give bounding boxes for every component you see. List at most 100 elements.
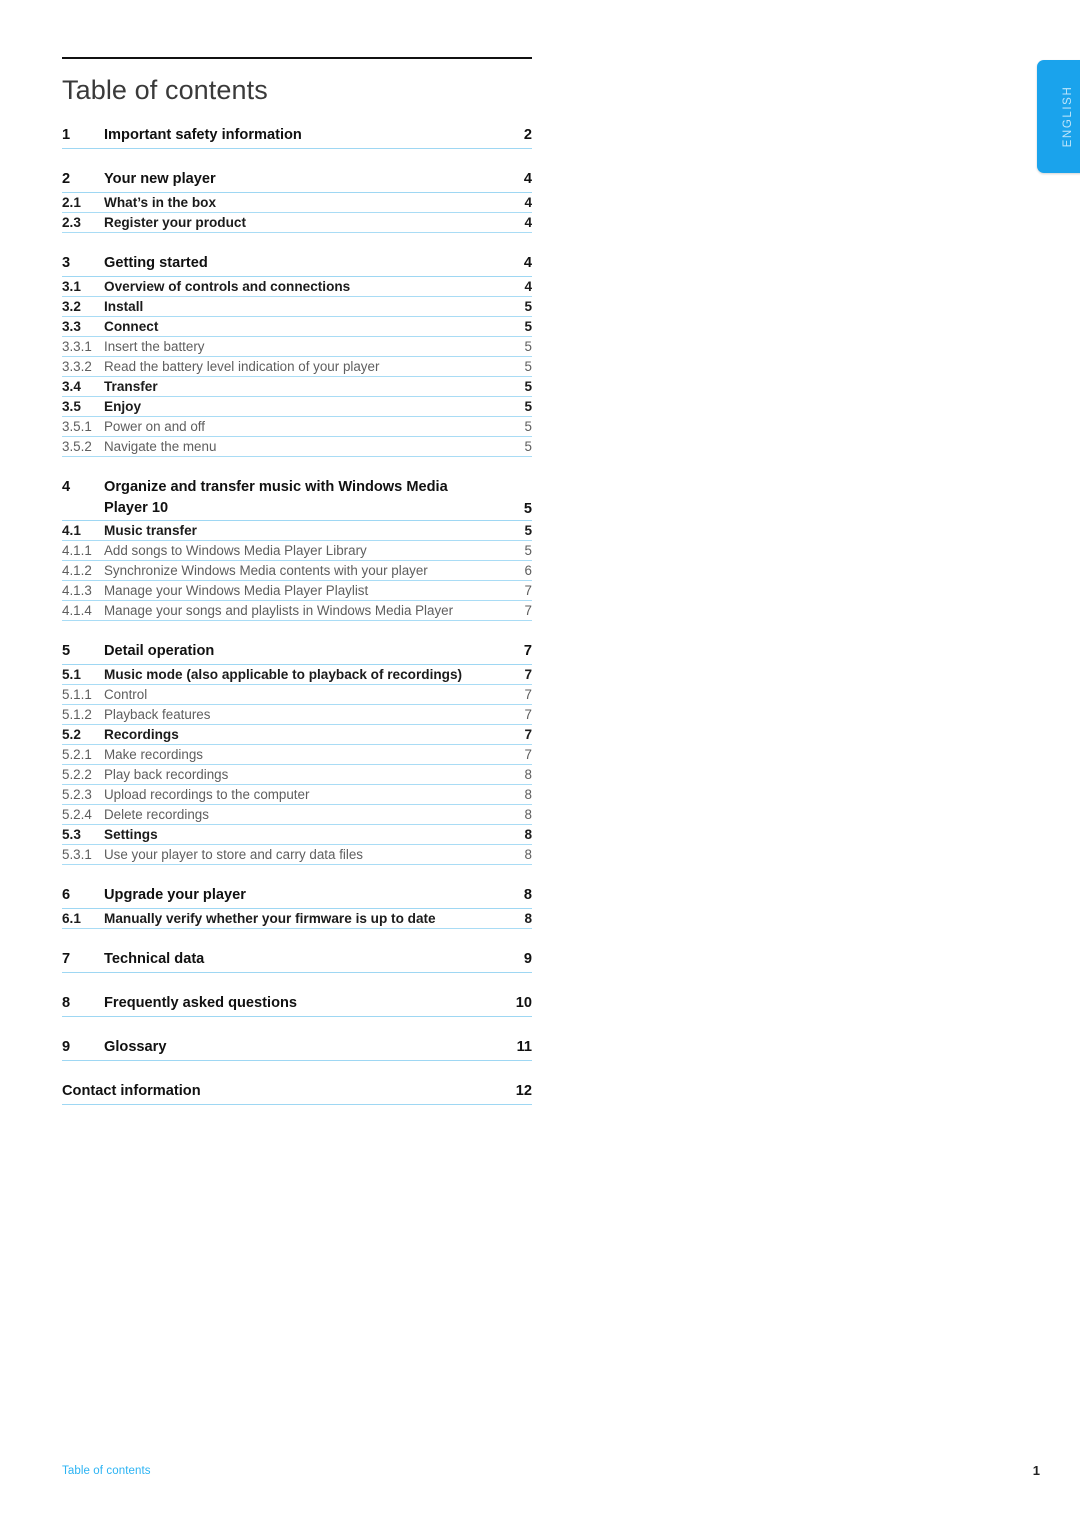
toc-entry[interactable]: 3.3 Connect 5 <box>62 317 532 337</box>
toc-entry[interactable]: 3.2 Install 5 <box>62 297 532 317</box>
toc-entry-number: 5.1 <box>62 667 81 682</box>
toc-entry-page-number: 8 <box>524 807 532 822</box>
toc-entry-page-number: 7 <box>524 667 532 682</box>
toc-entry-page-number: 6 <box>524 563 532 578</box>
toc-entry-number: 5 <box>62 643 71 659</box>
toc-entry-page-number: 7 <box>524 747 532 762</box>
toc-entry[interactable]: 5.2.4 Delete recordings 8 <box>62 805 532 825</box>
toc-entry-number: 3.3.2 <box>62 359 92 374</box>
toc-entry[interactable]: 1 Important safety information 2 <box>62 123 532 149</box>
toc-entry-page-number: 8 <box>524 787 532 802</box>
toc-entry-title: Important safety information <box>104 127 302 143</box>
toc-entry-page-number: 8 <box>524 827 532 842</box>
toc-entry[interactable]: 5.2.3 Upload recordings to the computer 8 <box>62 785 532 805</box>
toc-entry-page-number: 9 <box>523 951 532 967</box>
footer-section-label: Table of contents <box>62 1465 151 1477</box>
toc-entry-number: 3.4 <box>62 379 81 394</box>
toc-entry-number: 2.3 <box>62 215 81 230</box>
toc-entry[interactable]: 3.5 Enjoy 5 <box>62 397 532 417</box>
toc-entry-title: Install <box>104 299 144 314</box>
toc-entry-number: 3.5.1 <box>62 419 92 434</box>
toc-entry-page-number: 5 <box>524 399 532 414</box>
toc-entry-title: Power on and off <box>104 419 205 434</box>
toc-entry-title: Insert the battery <box>104 339 205 354</box>
toc-entry-title: What’s in the box <box>104 195 217 210</box>
toc-entry-title: Playback features <box>104 707 211 722</box>
toc-entry[interactable]: 4.1.2 Synchronize Windows Media contents … <box>62 561 532 581</box>
toc-entry-title: Synchronize Windows Media contents with … <box>104 563 428 578</box>
toc-entry-number: 3.2 <box>62 299 81 314</box>
toc-entry[interactable]: Contact information 12 <box>62 1079 532 1105</box>
page-title: Table of contents <box>62 75 268 105</box>
toc-entry[interactable]: 4.1 Music transfer 5 <box>62 521 532 541</box>
toc-entry[interactable]: 5.3.1 Use your player to store and carry … <box>62 845 532 865</box>
toc-entry-page-number: 5 <box>524 439 532 454</box>
toc-entry[interactable]: 3.1 Overview of controls and connections 4 <box>62 277 532 297</box>
toc-entry[interactable]: 5 Detail operation 7 <box>62 639 532 665</box>
toc-entry[interactable]: 3 Getting started 4 <box>62 251 532 277</box>
toc-entry[interactable]: 4.1.3 Manage your Windows Media Player Pl… <box>62 581 532 601</box>
toc-entry-page-number: 7 <box>524 583 532 598</box>
toc-entry-page-number: 7 <box>523 643 532 659</box>
toc-entry-page-number: 5 <box>524 523 532 538</box>
toc-entry[interactable]: 4 Organize and transfer music with Window… <box>62 475 532 521</box>
toc-entry-page-number: 4 <box>524 215 532 230</box>
toc-entry[interactable]: 9 Glossary 11 <box>62 1035 532 1061</box>
toc-entry[interactable]: 5.1 Music mode (also applicable to playba… <box>62 665 532 685</box>
toc-entry-number: 3 <box>62 255 71 271</box>
toc-entry[interactable]: 3.3.1 Insert the battery 5 <box>62 337 532 357</box>
toc-entry-title: Read the battery level indication of you… <box>104 359 380 374</box>
toc-entry[interactable]: 3.5.2 Navigate the menu 5 <box>62 437 532 457</box>
toc-entry-page-number: 5 <box>524 543 532 558</box>
toc-entry[interactable]: 5.1.1 Control 7 <box>62 685 532 705</box>
header-rule <box>62 57 532 59</box>
toc-entry-page-number: 4 <box>524 195 532 210</box>
toc-entry-number: 5.3 <box>62 827 81 842</box>
toc-entry-page-number: 10 <box>515 995 532 1011</box>
toc-entry[interactable]: 5.2.2 Play back recordings 8 <box>62 765 532 785</box>
toc-entry-number: 4 <box>62 479 71 495</box>
toc-entry-title: Delete recordings <box>104 807 209 822</box>
toc-entry-number: 4.1 <box>62 523 81 538</box>
toc-entry[interactable]: 3.4 Transfer 5 <box>62 377 532 397</box>
toc-entry-number: 5.1.2 <box>62 707 92 722</box>
toc-entry[interactable]: 6.1 Manually verify whether your firmware… <box>62 909 532 929</box>
toc-entry-page-number: 8 <box>523 887 532 903</box>
toc-entry-title: Navigate the menu <box>104 439 217 454</box>
toc-entry-page-number: 7 <box>524 727 532 742</box>
toc-entry[interactable]: 8 Frequently asked questions 10 <box>62 991 532 1017</box>
toc-entry-title: Contact information <box>62 1083 201 1099</box>
toc-entry-page-number: 4 <box>523 171 532 187</box>
toc-entry-title: Enjoy <box>104 399 142 414</box>
toc-entry-page-number: 11 <box>516 1039 532 1055</box>
toc-entry[interactable]: 3.3.2 Read the battery level indication o… <box>62 357 532 377</box>
toc-entry-number: 4.1.2 <box>62 563 92 578</box>
toc-entry-number: 3.5.2 <box>62 439 92 454</box>
toc-entry-title: Overview of controls and connections <box>104 279 351 294</box>
toc-entry-page-number: 7 <box>524 687 532 702</box>
toc-entry[interactable]: 5.2 Recordings 7 <box>62 725 532 745</box>
toc-entry[interactable]: 2.3 Register your product 4 <box>62 213 532 233</box>
toc-entry-page-number: 5 <box>524 379 532 394</box>
toc-entry[interactable]: 7 Technical data 9 <box>62 947 532 973</box>
toc-entry[interactable]: 6 Upgrade your player 8 <box>62 883 532 909</box>
toc-entry-title: Organize and transfer music with Windows… <box>104 479 448 516</box>
toc-entry[interactable]: 4.1.4 Manage your songs and playlists in … <box>62 601 532 621</box>
toc-entry[interactable]: 3.5.1 Power on and off 5 <box>62 417 532 437</box>
toc-entry[interactable]: 5.2.1 Make recordings 7 <box>62 745 532 765</box>
toc-entry-number: 5.2.4 <box>62 807 92 822</box>
toc-entry[interactable]: 2 Your new player 4 <box>62 167 532 193</box>
toc-entry-title: Glossary <box>104 1039 167 1055</box>
toc-entry[interactable]: 2.1 What’s in the box 4 <box>62 193 532 213</box>
toc-entry-number: 9 <box>62 1039 71 1055</box>
toc-entry[interactable]: 4.1.1 Add songs to Windows Media Player L… <box>62 541 532 561</box>
toc-entry[interactable]: 5.1.2 Playback features 7 <box>62 705 532 725</box>
toc-entry-title: Detail operation <box>104 643 215 659</box>
toc-entry-number: 2 <box>62 171 71 187</box>
toc-entry[interactable]: 5.3 Settings 8 <box>62 825 532 845</box>
toc-entry-title: Control <box>104 687 148 702</box>
toc-entry-title: Make recordings <box>104 747 203 762</box>
toc-entry-title: Recordings <box>104 727 179 742</box>
toc-entry-page-number: 5 <box>524 339 532 354</box>
toc-entry-page-number: 7 <box>524 603 532 618</box>
